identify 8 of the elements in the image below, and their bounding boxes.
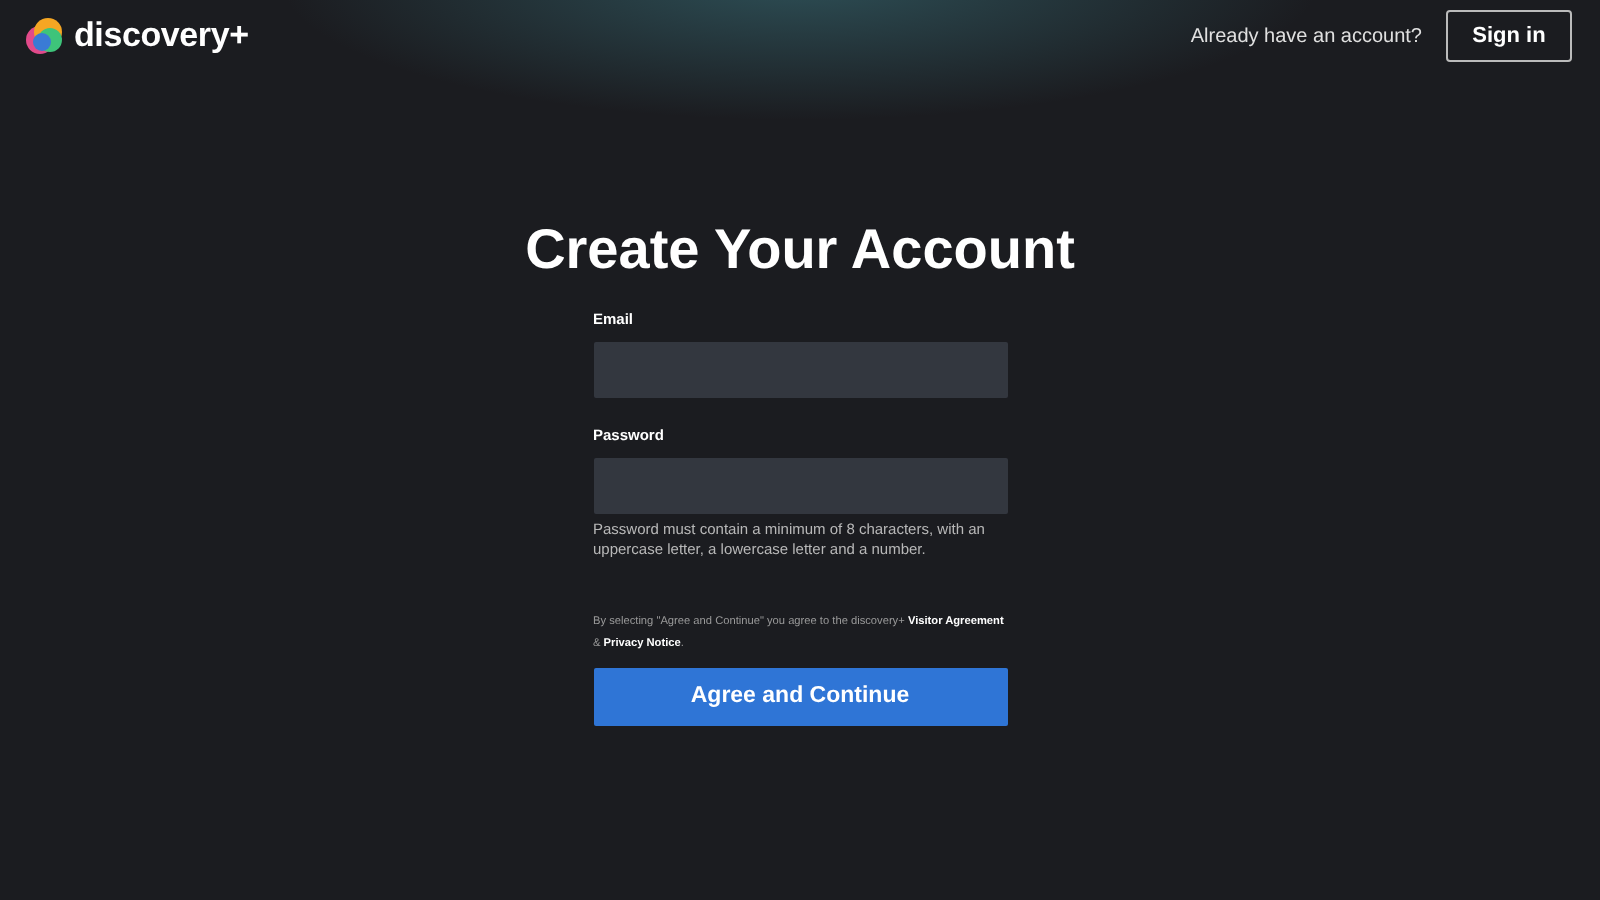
page-title: Create Your Account (525, 218, 1075, 282)
logo-text: discovery+ (74, 16, 249, 56)
input-field[interactable] (593, 458, 1007, 514)
input-field[interactable] (593, 342, 1007, 398)
sign-in-button[interactable]: Sign in (1446, 10, 1572, 62)
agree-button[interactable]: Agree and Continue (593, 667, 1007, 725)
account-prompt: Already have an account? (1190, 25, 1422, 47)
logo-icon (24, 16, 68, 56)
